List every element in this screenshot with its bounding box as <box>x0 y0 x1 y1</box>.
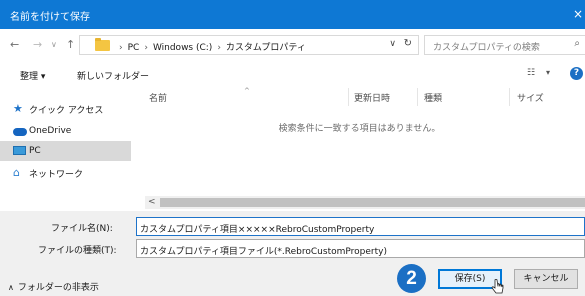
command-toolbar: 整理 ▾ 新しいフォルダー ☷ ▾ ? <box>0 61 585 88</box>
scroll-left-icon[interactable]: < <box>148 197 156 207</box>
up-arrow-icon[interactable]: ↑ <box>66 38 75 51</box>
column-header-size[interactable]: サイズ <box>517 91 544 104</box>
column-divider[interactable] <box>348 88 349 106</box>
filetype-label: ファイルの種類(T): <box>38 246 117 256</box>
column-header-type[interactable]: 種類 <box>424 91 442 104</box>
nav-item-label: OneDrive <box>29 126 72 136</box>
nav-item-quick-access[interactable]: ★ クイック アクセス <box>0 98 131 118</box>
scrollbar-thumb[interactable] <box>160 198 585 207</box>
file-list: 名前 ^ 更新日時 種類 サイズ 検索条件に一致する項目はありません。 <box>134 87 585 208</box>
breadcrumb-separator-icon: › <box>144 43 148 53</box>
filetype-value: カスタムプロパティ項目ファイル(*.RebroCustomProperty) <box>140 247 387 257</box>
chevron-up-icon: ∧ <box>8 283 14 292</box>
search-placeholder: カスタムプロパティの検索 <box>433 43 540 53</box>
filetype-select[interactable]: カスタムプロパティ項目ファイル(*.RebroCustomProperty) <box>136 239 585 258</box>
help-icon[interactable]: ? <box>570 67 583 80</box>
refresh-icon[interactable]: ↻ <box>404 38 412 49</box>
navigation-pane: ★ クイック アクセス OneDrive PC ⌂ ネットワーク <box>0 88 134 208</box>
address-row: ← → ∨ ↑ › PC › Windows (C:) › カスタムプロパティ ∨ ↻ カ… <box>0 29 585 61</box>
hide-folders-toggle[interactable]: ∧ フォルダーの非表示 <box>8 280 99 293</box>
save-form-panel: ファイル名(N): カスタムプロパティ項目×××××RebroCustomPro… <box>0 211 585 296</box>
filename-label: ファイル名(N): <box>51 224 113 234</box>
breadcrumb-item-folder[interactable]: カスタムプロパティ <box>226 43 306 53</box>
hide-folders-label: フォルダーの非表示 <box>17 283 99 293</box>
star-icon: ★ <box>13 102 23 115</box>
new-folder-button[interactable]: 新しいフォルダー <box>77 69 149 82</box>
breadcrumb-item-drive[interactable]: Windows (C:) <box>153 43 212 53</box>
horizontal-scrollbar[interactable]: < <box>145 196 585 209</box>
breadcrumb-item-pc[interactable]: PC <box>128 43 140 53</box>
sort-caret-icon: ^ <box>244 87 250 95</box>
nav-item-label: PC <box>29 146 41 156</box>
computer-icon <box>13 146 26 155</box>
forward-arrow-icon[interactable]: → <box>33 38 42 51</box>
breadcrumb-separator-icon: › <box>119 43 123 53</box>
network-icon: ⌂ <box>13 166 20 179</box>
nav-item-label: クイック アクセス <box>29 106 104 116</box>
chevron-down-icon[interactable]: ∨ <box>389 39 396 49</box>
cancel-button[interactable]: キャンセル <box>514 269 578 289</box>
nav-item-onedrive[interactable]: OneDrive <box>0 121 131 141</box>
empty-message: 検索条件に一致する項目はありません。 <box>278 124 441 134</box>
cloud-icon <box>13 128 27 136</box>
hand-cursor-icon <box>491 279 504 294</box>
filename-field[interactable]: カスタムプロパティ項目×××××RebroCustomProperty <box>136 217 585 236</box>
close-icon[interactable]: × <box>571 0 585 29</box>
nav-item-network[interactable]: ⌂ ネットワーク <box>0 162 131 182</box>
step-number-badge: 2 <box>397 264 426 293</box>
column-divider[interactable] <box>417 88 418 106</box>
column-header-modified[interactable]: 更新日時 <box>354 91 390 104</box>
address-bar[interactable]: › PC › Windows (C:) › カスタムプロパティ ∨ ↻ <box>79 35 419 55</box>
organize-button[interactable]: 整理 ▾ <box>20 69 45 82</box>
breadcrumb: › PC › Windows (C:) › カスタムプロパティ <box>114 40 306 53</box>
search-icon[interactable]: ⌕ <box>574 38 580 49</box>
breadcrumb-separator-icon: › <box>217 43 221 53</box>
title-bar: 名前を付けて保存 × <box>0 0 585 29</box>
filename-value: カスタムプロパティ項目×××××RebroCustomProperty <box>140 225 375 235</box>
folder-icon <box>95 38 110 51</box>
nav-item-pc[interactable]: PC <box>0 141 131 161</box>
view-dropdown-icon[interactable]: ▾ <box>546 68 550 77</box>
back-arrow-icon[interactable]: ← <box>10 38 19 51</box>
nav-item-label: ネットワーク <box>29 170 84 180</box>
recent-locations-icon[interactable]: ∨ <box>51 40 57 49</box>
column-header-name[interactable]: 名前 <box>149 91 167 104</box>
search-input[interactable]: カスタムプロパティの検索 ⌕ <box>424 35 585 55</box>
view-options-icon[interactable]: ☷ <box>527 68 535 78</box>
window-title: 名前を付けて保存 <box>10 12 90 23</box>
column-divider[interactable] <box>509 88 510 106</box>
